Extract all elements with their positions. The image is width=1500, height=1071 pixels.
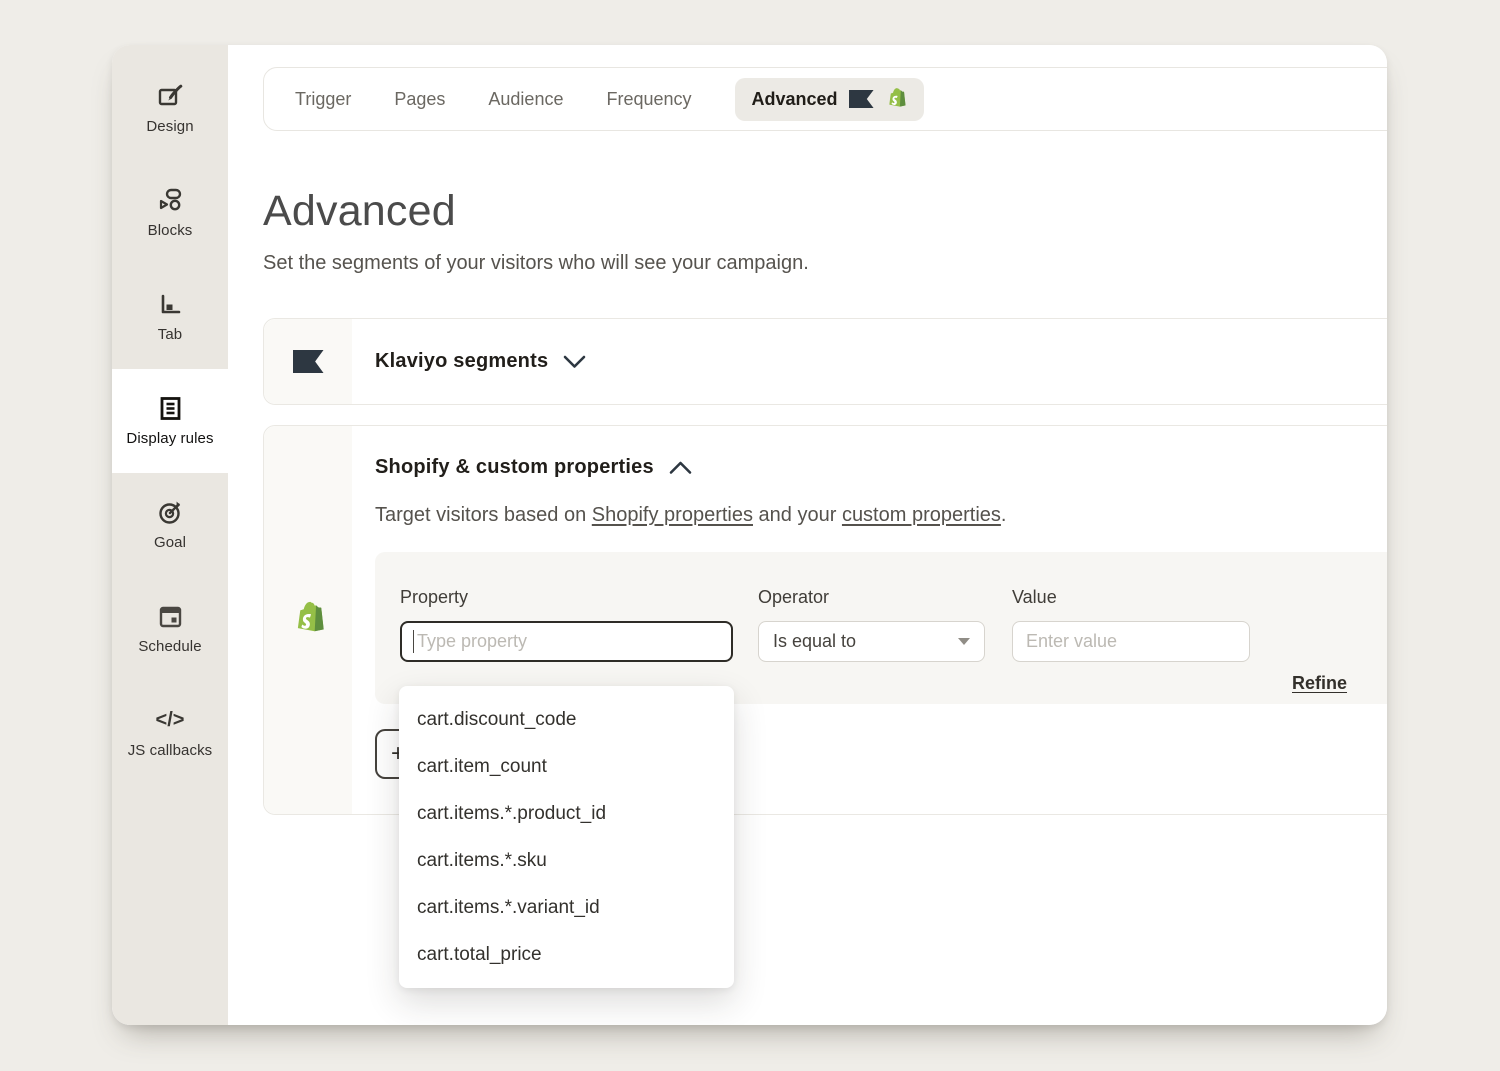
goal-icon bbox=[157, 499, 184, 526]
tab-icon bbox=[157, 291, 184, 318]
tab-advanced-label: Advanced bbox=[752, 89, 838, 110]
rule-panel: Property Operator Is equal to bbox=[375, 552, 1387, 704]
app-window: Design Blocks Tab Display bbox=[112, 45, 1387, 1025]
caret-down-icon bbox=[958, 638, 970, 645]
property-suggestions-dropdown: cart.discount_code cart.item_count cart.… bbox=[399, 686, 734, 988]
main-content: Trigger Pages Audience Frequency Advance… bbox=[228, 45, 1387, 1025]
operator-select[interactable]: Is equal to bbox=[758, 621, 985, 662]
description-text: . bbox=[1001, 504, 1007, 526]
sidebar-item-label: Schedule bbox=[138, 638, 201, 655]
sidebar-item-label: Blocks bbox=[148, 222, 193, 239]
dropdown-item[interactable]: cart.item_count bbox=[399, 743, 734, 790]
design-icon bbox=[157, 83, 184, 110]
dropdown-item[interactable]: cart.items.*.sku bbox=[399, 837, 734, 884]
page-title: Advanced bbox=[263, 187, 1387, 236]
sidebar-item-label: Goal bbox=[154, 534, 186, 551]
klaviyo-segments-title: Klaviyo segments bbox=[375, 350, 548, 373]
shopify-properties-card: Shopify & custom properties Target visit… bbox=[263, 425, 1387, 815]
page-subtitle: Set the segments of your visitors who wi… bbox=[263, 252, 1387, 275]
tab-frequency[interactable]: Frequency bbox=[606, 89, 691, 110]
description-text: and your bbox=[753, 504, 842, 526]
sidebar-item-label: Display rules bbox=[126, 430, 213, 447]
shopify-icon-column bbox=[264, 426, 352, 814]
property-input[interactable] bbox=[400, 621, 733, 662]
text-cursor bbox=[413, 630, 414, 653]
chevron-up-icon bbox=[669, 461, 692, 475]
property-field: Property bbox=[400, 587, 733, 662]
shopify-section-description: Target visitors based on Shopify propert… bbox=[375, 504, 1387, 527]
shopify-section-title: Shopify & custom properties bbox=[375, 456, 654, 479]
operator-field: Operator Is equal to bbox=[758, 587, 985, 662]
klaviyo-flag-icon bbox=[293, 350, 324, 373]
sidebar-item-schedule[interactable]: Schedule bbox=[112, 577, 228, 681]
sidebar-item-js-callbacks[interactable]: </> JS callbacks bbox=[112, 681, 228, 785]
dropdown-item[interactable]: cart.total_price bbox=[399, 931, 734, 978]
operator-selected-value: Is equal to bbox=[773, 631, 856, 652]
klaviyo-segments-card: Klaviyo segments bbox=[263, 318, 1387, 405]
sidebar-item-design[interactable]: Design bbox=[112, 57, 228, 161]
sidebar-item-goal[interactable]: Goal bbox=[112, 473, 228, 577]
description-text: Target visitors based on bbox=[375, 504, 592, 526]
shopify-icon bbox=[885, 87, 907, 112]
dropdown-item[interactable]: cart.items.*.variant_id bbox=[399, 884, 734, 931]
sidebar-item-label: Design bbox=[146, 118, 193, 135]
dropdown-item[interactable]: cart.discount_code bbox=[399, 696, 734, 743]
refine-field: Refine bbox=[1292, 673, 1347, 704]
js-callbacks-icon: </> bbox=[156, 707, 185, 734]
display-rules-icon bbox=[157, 395, 184, 422]
property-label: Property bbox=[400, 587, 733, 608]
sidebar-item-display-rules[interactable]: Display rules bbox=[112, 369, 228, 473]
schedule-icon bbox=[157, 603, 184, 630]
klaviyo-icon-column bbox=[264, 319, 352, 404]
custom-properties-link[interactable]: custom properties bbox=[842, 504, 1001, 526]
tab-advanced[interactable]: Advanced bbox=[735, 78, 924, 121]
sidebar-item-label: JS callbacks bbox=[128, 742, 213, 759]
tab-trigger[interactable]: Trigger bbox=[295, 89, 351, 110]
refine-link[interactable]: Refine bbox=[1292, 673, 1347, 694]
dropdown-item[interactable]: cart.items.*.product_id bbox=[399, 790, 734, 837]
sidebar: Design Blocks Tab Display bbox=[112, 45, 228, 1025]
shopify-section-header[interactable]: Shopify & custom properties bbox=[375, 456, 1387, 479]
shopify-icon bbox=[291, 600, 326, 640]
tab-pages[interactable]: Pages bbox=[394, 89, 445, 110]
value-label: Value bbox=[1012, 587, 1250, 608]
settings-tabbar: Trigger Pages Audience Frequency Advance… bbox=[263, 67, 1387, 131]
operator-label: Operator bbox=[758, 587, 985, 608]
value-input[interactable] bbox=[1012, 621, 1250, 662]
sidebar-item-label: Tab bbox=[158, 326, 183, 343]
chevron-down-icon bbox=[563, 355, 586, 369]
shopify-properties-link[interactable]: Shopify properties bbox=[592, 504, 753, 526]
value-field: Value bbox=[1012, 587, 1250, 662]
sidebar-item-tab[interactable]: Tab bbox=[112, 265, 228, 369]
blocks-icon bbox=[157, 187, 184, 214]
tab-audience[interactable]: Audience bbox=[488, 89, 563, 110]
klaviyo-flag-icon bbox=[849, 90, 874, 108]
klaviyo-segments-header[interactable]: Klaviyo segments bbox=[352, 319, 586, 404]
sidebar-item-blocks[interactable]: Blocks bbox=[112, 161, 228, 265]
shopify-section-content: Shopify & custom properties Target visit… bbox=[352, 426, 1387, 814]
